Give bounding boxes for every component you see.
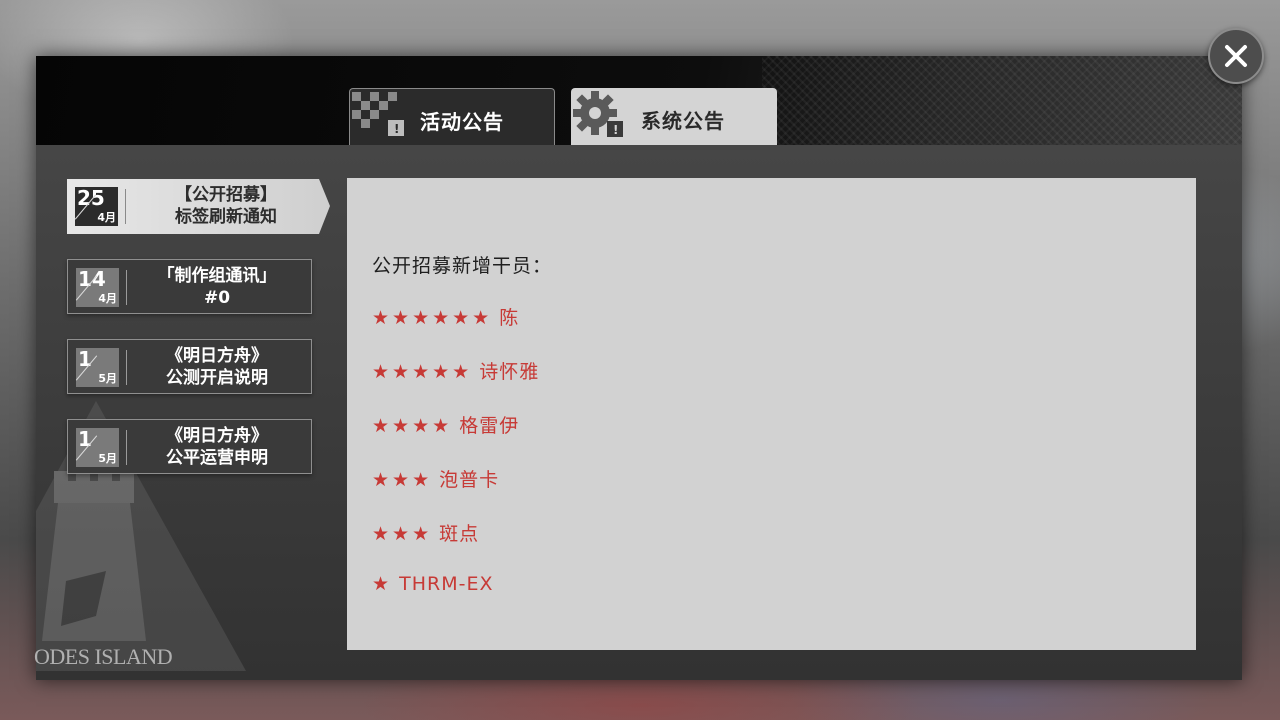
- tab-events-label: 活动公告: [420, 110, 504, 134]
- tab-system[interactable]: ! 系统公告: [571, 88, 777, 145]
- operator-name: 陈: [499, 307, 520, 329]
- notice-title: 「制作组通讯」 #0: [157, 266, 277, 308]
- rarity-stars: ★★★★★: [372, 361, 473, 383]
- operator-row: ★★★★★ 诗怀雅: [372, 357, 539, 384]
- operator-name: 诗怀雅: [479, 361, 540, 383]
- operator-row: ★ THRM-EX: [372, 573, 493, 595]
- notice-divider: [126, 350, 127, 385]
- notice-item-recruitment[interactable]: 25 4月 【公开招募】 标签刷新通知: [67, 179, 330, 234]
- operator-name: 格雷伊: [459, 415, 520, 437]
- operator-name: 泡普卡: [439, 469, 500, 491]
- rarity-stars: ★★★★: [372, 415, 453, 437]
- notice-divider: [126, 430, 127, 465]
- date-badge: 14 4月: [75, 267, 119, 307]
- date-month: 4月: [97, 211, 116, 224]
- notice-title: 【公开招募】 标签刷新通知: [175, 185, 277, 227]
- date-badge: 1 5月: [75, 347, 119, 387]
- svg-text:!: !: [394, 122, 399, 136]
- rarity-stars: ★★★★★★: [372, 307, 493, 329]
- notice-item-public-test[interactable]: 1 5月 《明日方舟》 公测开启说明: [67, 339, 312, 394]
- announcement-content[interactable]: 公开招募新增干员： ★★★★★★ 陈 ★★★★★ 诗怀雅 ★★★★ 格雷伊 ★★…: [347, 178, 1196, 650]
- notice-item-fair-play[interactable]: 1 5月 《明日方舟》 公平运营申明: [67, 419, 312, 474]
- operator-row: ★★★★★★ 陈: [372, 303, 519, 330]
- notice-divider: [125, 189, 126, 224]
- date-month: 5月: [98, 372, 117, 385]
- operator-row: ★★★★ 格雷伊: [372, 411, 519, 438]
- checkered-flag-icon: !: [352, 92, 404, 136]
- date-badge: 1 5月: [75, 427, 119, 467]
- date-badge: 25 4月: [74, 186, 118, 226]
- close-icon: [1225, 45, 1247, 67]
- content-heading: 公开招募新增干员：: [372, 255, 553, 277]
- operator-row: ★★★ 泡普卡: [372, 465, 499, 492]
- rarity-stars: ★: [372, 573, 393, 595]
- close-button[interactable]: [1208, 28, 1264, 84]
- tab-system-label: 系统公告: [641, 109, 725, 133]
- notice-divider: [126, 270, 127, 305]
- date-month: 4月: [98, 292, 117, 305]
- notice-title: 《明日方舟》 公测开启说明: [166, 346, 268, 388]
- notice-item-dev-news[interactable]: 14 4月 「制作组通讯」 #0: [67, 259, 312, 314]
- rarity-stars: ★★★: [372, 469, 433, 491]
- operator-row: ★★★ 斑点: [372, 519, 479, 546]
- notice-title: 《明日方舟》 公平运营申明: [166, 426, 268, 468]
- operator-name: 斑点: [439, 523, 480, 545]
- gear-icon: !: [573, 91, 623, 137]
- tab-events[interactable]: ! 活动公告: [349, 88, 555, 145]
- svg-text:!: !: [613, 123, 618, 137]
- date-month: 5月: [98, 452, 117, 465]
- rarity-stars: ★★★: [372, 523, 433, 545]
- operator-name: THRM-EX: [399, 573, 494, 595]
- active-tab-pointer: [628, 89, 646, 99]
- emblem-text: ODES ISLAND: [34, 644, 173, 669]
- header-texture: [762, 56, 1242, 145]
